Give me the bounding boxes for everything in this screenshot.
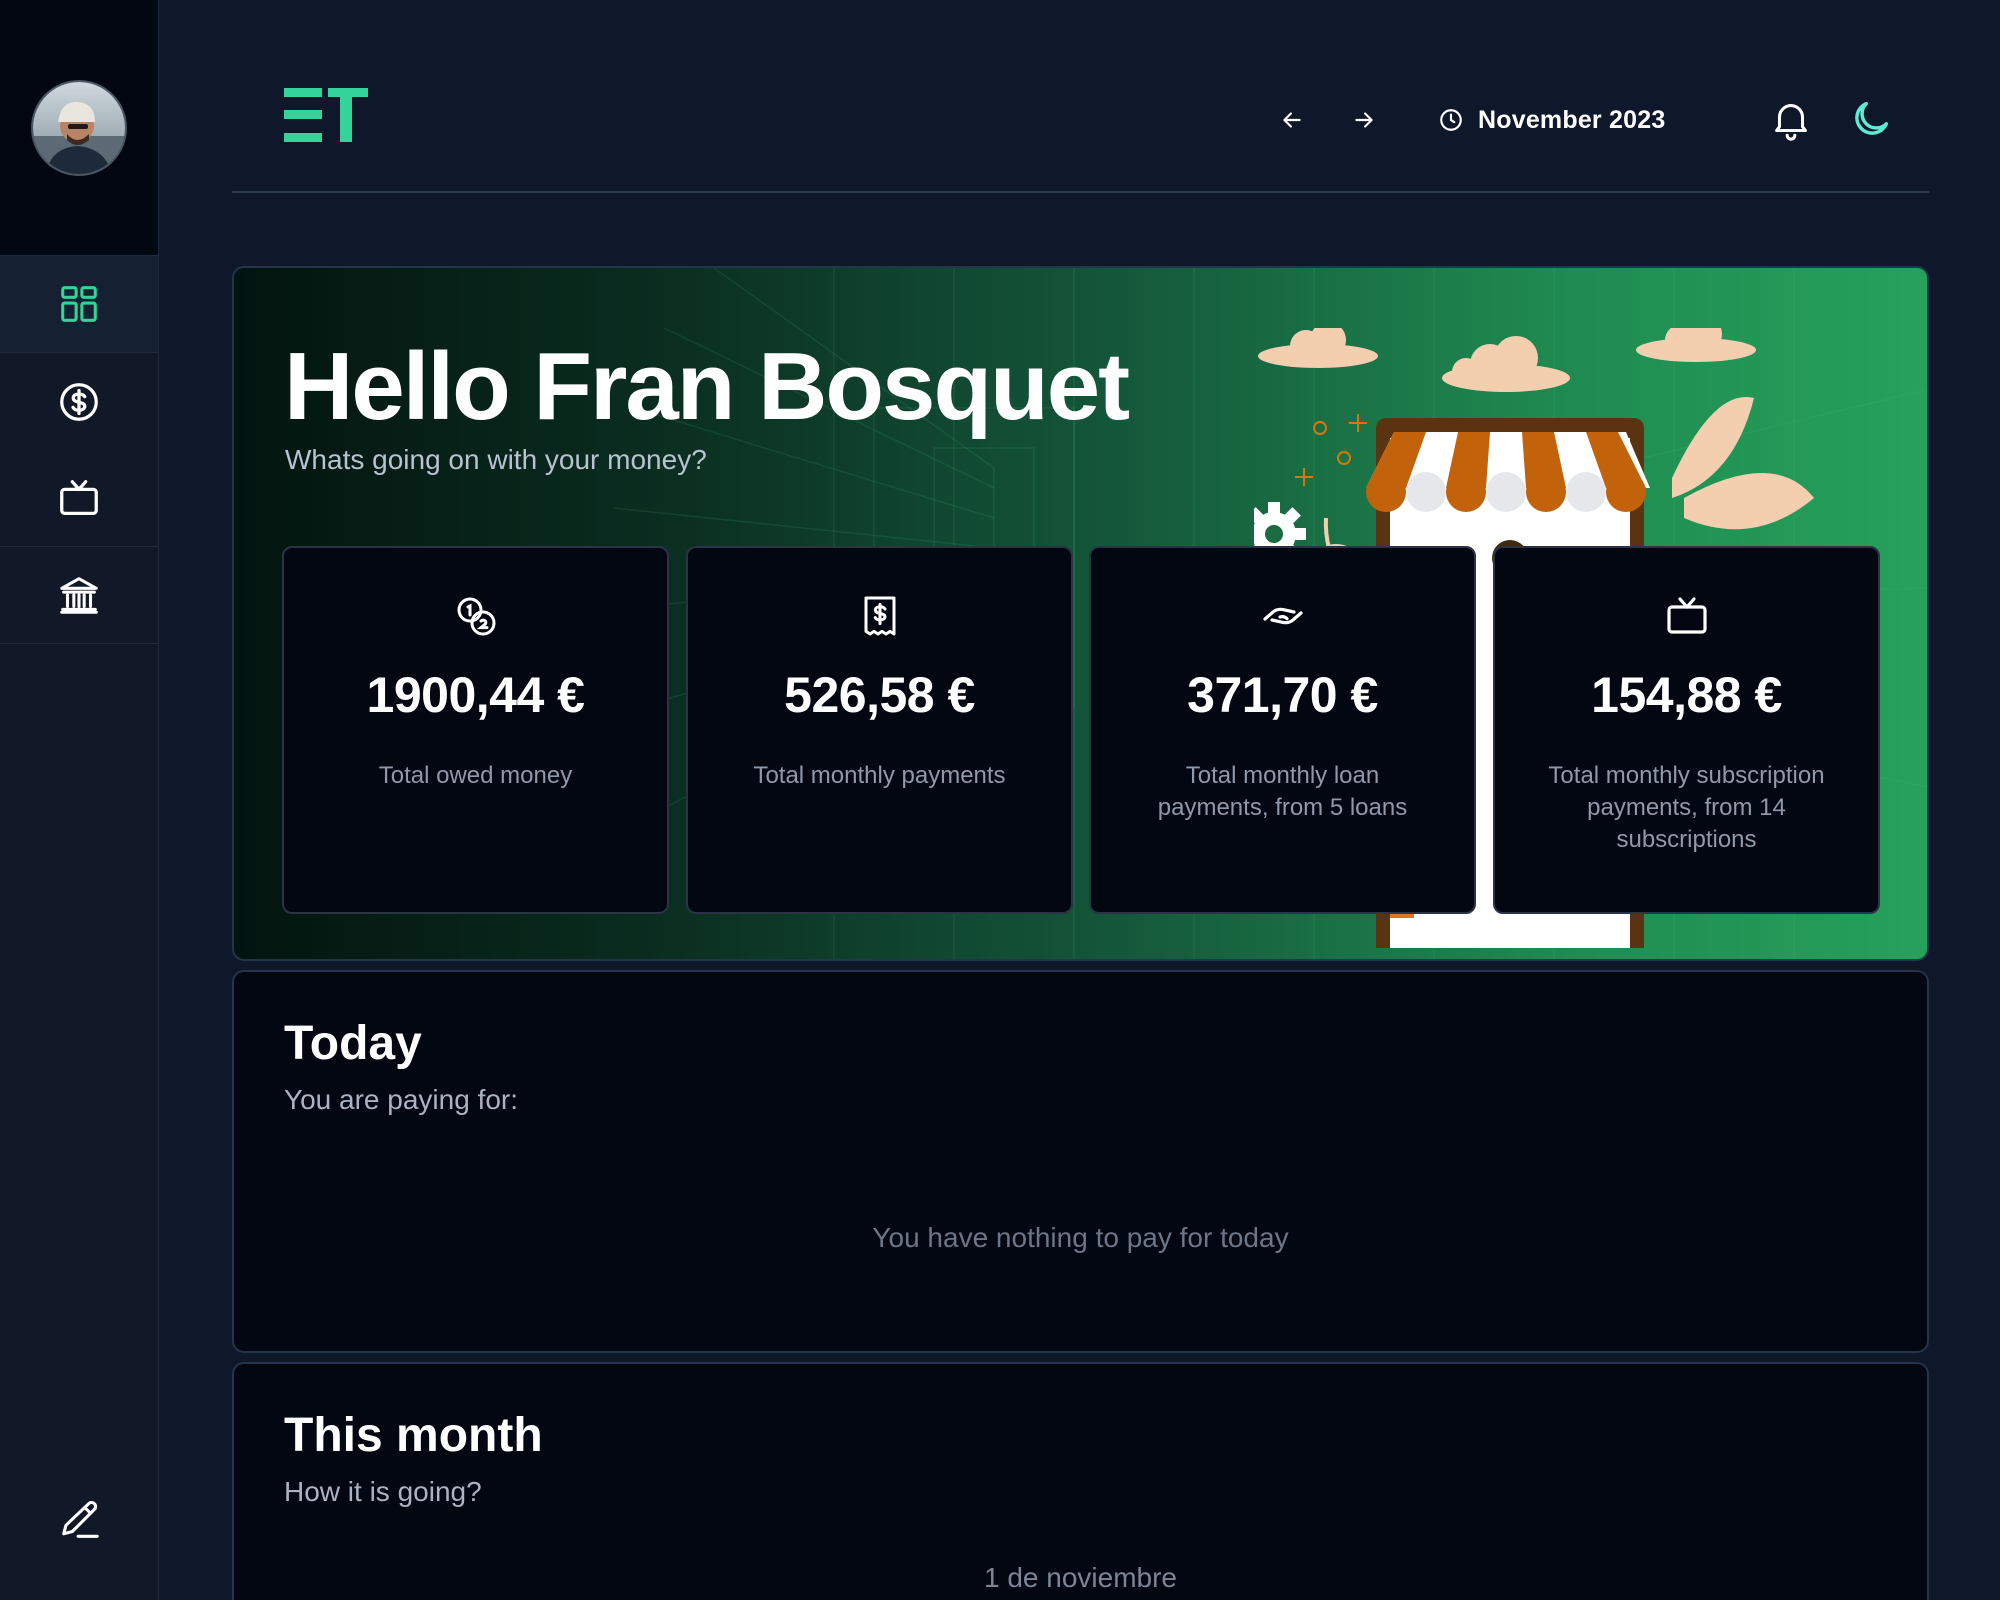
today-section: Today You are paying for: You have nothi… [232,970,1929,1353]
stat-card-loans[interactable]: 371,70 € Total monthly loan payments, fr… [1089,546,1476,914]
stat-amount: 371,70 € [1187,667,1378,723]
stat-card-subscriptions[interactable]: 154,88 € Total monthly subscription paym… [1493,546,1880,914]
next-month-button[interactable] [1344,100,1384,140]
stat-amount: 154,88 € [1591,667,1782,723]
day-label: 1 de noviembre [983,1562,1177,1593]
sidebar-item-subscriptions[interactable] [0,450,158,547]
receipt-icon [864,596,895,636]
theme-toggle-button[interactable] [1846,94,1896,144]
stat-label: Total monthly loan payments, from 5 loan… [1157,762,1408,821]
stat-amount: 526,58 € [784,667,975,723]
avatar-area [0,0,158,256]
section-title: Today [284,1017,422,1070]
moon-icon [1855,101,1889,135]
section-title: This month [284,1409,543,1462]
this-month-section: This month How it is going? 1 de noviemb… [232,1362,1929,1600]
tv-icon [1666,597,1707,634]
handshake-icon [1262,607,1303,625]
grid-icon [61,286,97,322]
arrow-left-icon [1283,112,1301,128]
coins-icon [457,597,495,636]
app-root: November 2023 Hello Fran Bosquet Whats g… [0,0,2000,1600]
sidebar-item-dashboard[interactable] [0,256,158,353]
bank-icon [60,577,98,614]
month-selector[interactable]: November 2023 [1438,100,1665,140]
stat-label: Total monthly payments [753,762,1006,789]
avatar[interactable] [31,79,127,176]
sidebar-item-payments[interactable] [0,353,158,450]
stat-card-monthly-payments[interactable]: 526,58 € Total monthly payments [686,546,1073,914]
pencil-icon [61,1501,99,1538]
sidebar [0,0,159,1600]
tv-icon [60,480,98,515]
stat-card-owed[interactable]: 1900,44 € Total owed money [282,546,669,914]
header: November 2023 [232,0,1929,193]
stat-amount: 1900,44 € [366,667,585,723]
empty-state-message: You have nothing to pay for today [872,1222,1289,1253]
stat-label: Total owed money [378,762,573,789]
clock-icon [1440,109,1462,131]
current-month-label: November 2023 [1478,105,1666,134]
section-subtitle: How it is going? [284,1476,482,1507]
previous-month-button[interactable] [1272,100,1312,140]
stat-label: Total monthly subscription payments, fro… [1548,762,1825,853]
greeting-title: Hello Fran Bosquet [284,333,1130,440]
sidebar-item-loans[interactable] [0,547,158,644]
notifications-button[interactable] [1766,94,1816,144]
logo[interactable] [284,88,368,147]
section-subtitle: You are paying for: [284,1084,519,1115]
arrow-right-icon [1355,112,1373,128]
edit-button[interactable] [0,1440,159,1600]
dollar-circle-icon [60,382,98,421]
greeting-subtitle: Whats going on with your money? [285,444,707,475]
hero-banner: Hello Fran Bosquet Whats going on with y… [232,266,1929,961]
bell-icon [1775,104,1807,141]
